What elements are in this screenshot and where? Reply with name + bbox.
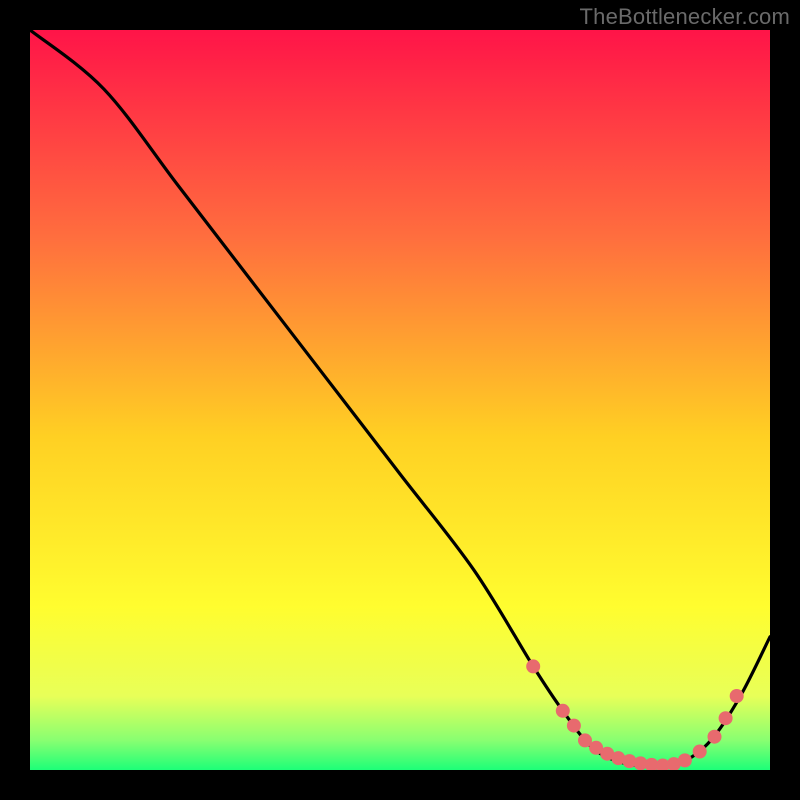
gradient-background <box>30 30 770 770</box>
plot-area <box>30 30 770 770</box>
data-point <box>678 753 692 767</box>
bottleneck-chart <box>30 30 770 770</box>
data-point <box>730 689 744 703</box>
data-point <box>693 745 707 759</box>
attribution-text: TheBottlenecker.com <box>580 4 790 30</box>
data-point <box>556 704 570 718</box>
data-point <box>567 719 581 733</box>
data-point <box>526 659 540 673</box>
chart-frame: TheBottlenecker.com <box>0 0 800 800</box>
data-point <box>719 711 733 725</box>
data-point <box>708 730 722 744</box>
